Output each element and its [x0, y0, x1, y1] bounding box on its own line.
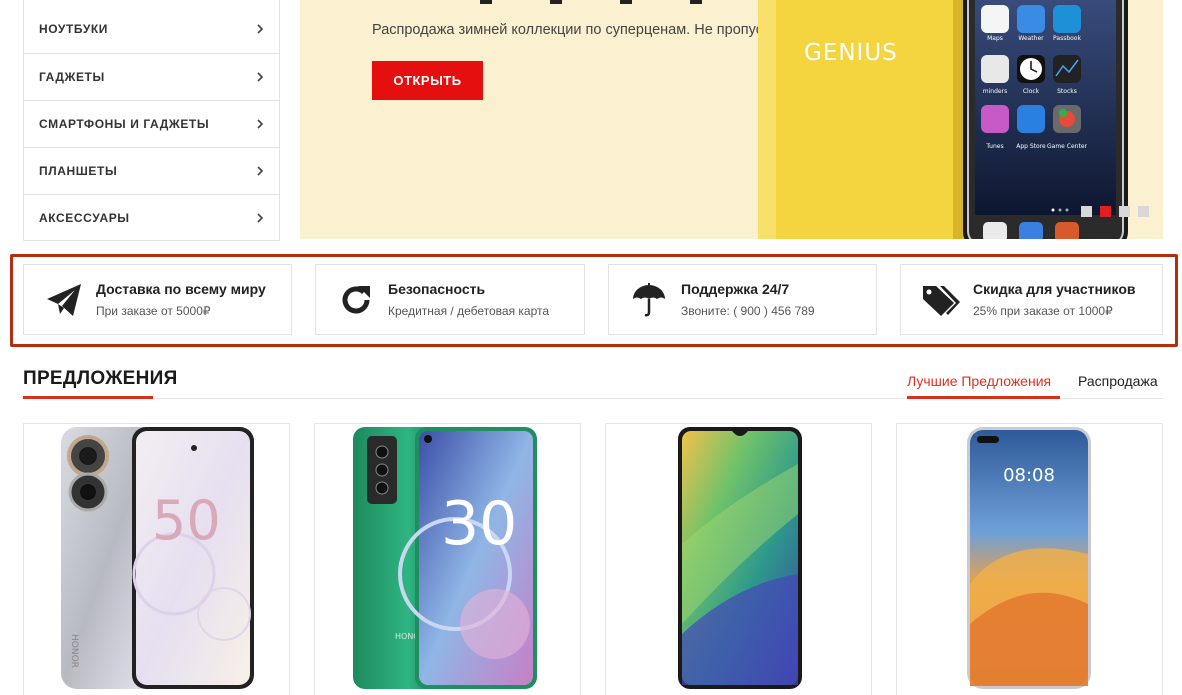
category-sidebar: НОУТБУКИ ГАДЖЕТЫ СМАРТФОНЫ И ГАДЖЕТЫ ПЛА… [23, 0, 280, 241]
umbrella-icon [629, 280, 669, 320]
svg-text:30: 30 [441, 489, 517, 559]
banner-heading-fragment [480, 0, 702, 4]
refresh-icon [336, 280, 376, 320]
product-image [678, 427, 802, 689]
feature-support: Поддержка 24/7 Звоните: ( 900 ) 456 789 [608, 264, 877, 335]
product-card[interactable]: HONOR 50 [23, 423, 290, 695]
tab-active-underline [907, 396, 1060, 399]
tab-best-offers[interactable]: Лучшие Предложения [907, 373, 1051, 389]
feature-shipping: Доставка по всему миру При заказе от 500… [23, 264, 292, 335]
feature-title: Скидка для участников [973, 281, 1136, 297]
slider-dots [1081, 206, 1149, 217]
offers-title: ПРЕДЛОЖЕНИЯ [23, 368, 178, 389]
svg-text:Passbook: Passbook [1053, 35, 1081, 42]
feature-subtitle: Кредитная / дебетовая карта [388, 304, 550, 318]
svg-text:Tunes: Tunes [985, 143, 1003, 150]
sidebar-item-notebooks[interactable]: НОУТБУКИ [24, 0, 279, 53]
svg-text:minders: minders [983, 88, 1007, 95]
open-button[interactable]: ОТКРЫТЬ [372, 61, 483, 100]
hero-banner: Распродажа зимней коллекции по суперцена… [300, 0, 1163, 239]
slider-dot-active[interactable] [1100, 206, 1111, 217]
product-image: 08:08 [967, 427, 1091, 689]
sidebar-item-label: ГАДЖЕТЫ [39, 70, 105, 84]
feature-discount: Скидка для участников 25% при заказе от … [900, 264, 1163, 335]
chevron-right-icon [255, 23, 265, 34]
svg-text:Maps: Maps [987, 35, 1003, 42]
paper-plane-icon [44, 280, 84, 320]
sidebar-item-tablets[interactable]: ПЛАНШЕТЫ [24, 147, 279, 194]
chevron-right-icon [255, 72, 265, 82]
product-card[interactable]: 08:08 [896, 423, 1163, 695]
sidebar-item-gadgets[interactable]: ГАДЖЕТЫ [24, 53, 279, 100]
offers-title-underline [23, 396, 153, 399]
sidebar-item-label: АКСЕССУАРЫ [39, 211, 130, 225]
sidebar-item-label: НОУТБУКИ [39, 21, 109, 36]
slider-dot[interactable] [1138, 206, 1149, 217]
feature-security: Безопасность Кредитная / дебетовая карта [315, 264, 585, 335]
feature-title: Безопасность [388, 281, 486, 297]
tab-sale[interactable]: Распродажа [1078, 373, 1158, 389]
slider-dot[interactable] [1119, 206, 1130, 217]
chevron-right-icon [255, 119, 265, 129]
banner-phone-image: GENIUS Maps Weather Passbook minders Clo… [758, 0, 1163, 239]
chevron-right-icon [255, 166, 265, 176]
feature-subtitle: При заказе от 5000₽ [96, 304, 211, 318]
product-card[interactable]: HONOR 30 [314, 423, 581, 695]
feature-title: Поддержка 24/7 [681, 281, 790, 297]
svg-text:Game Center: Game Center [1047, 143, 1087, 150]
sidebar-item-label: СМАРТФОНЫ И ГАДЖЕТЫ [39, 117, 210, 131]
svg-text:50: 50 [152, 489, 221, 552]
chevron-right-icon [255, 213, 265, 223]
tags-icon [921, 280, 961, 320]
svg-text:08:08: 08:08 [1003, 465, 1055, 486]
svg-text:HONOR: HONOR [69, 634, 79, 668]
svg-text:Clock: Clock [1023, 88, 1040, 95]
banner-subtitle: Распродажа зимней коллекции по суперцена… [372, 22, 797, 38]
feature-subtitle: Звоните: ( 900 ) 456 789 [681, 304, 815, 318]
slider-dot[interactable] [1081, 206, 1092, 217]
sidebar-item-label: ПЛАНШЕТЫ [39, 164, 118, 178]
sidebar-item-accessories[interactable]: АКСЕССУАРЫ [24, 194, 279, 241]
svg-text:Weather: Weather [1018, 35, 1044, 42]
sidebar-item-smartphones[interactable]: СМАРТФОНЫ И ГАДЖЕТЫ [24, 100, 279, 147]
product-card[interactable] [605, 423, 872, 695]
product-image: HONOR 50 [61, 427, 254, 689]
feature-subtitle: 25% при заказе от 1000₽ [973, 304, 1113, 318]
case-brand-text: GENIUS [804, 40, 898, 66]
product-image: HONOR 30 [353, 427, 537, 689]
svg-text:Stocks: Stocks [1057, 88, 1077, 95]
feature-title: Доставка по всему миру [96, 281, 266, 297]
svg-text:App Store: App Store [1016, 143, 1046, 150]
